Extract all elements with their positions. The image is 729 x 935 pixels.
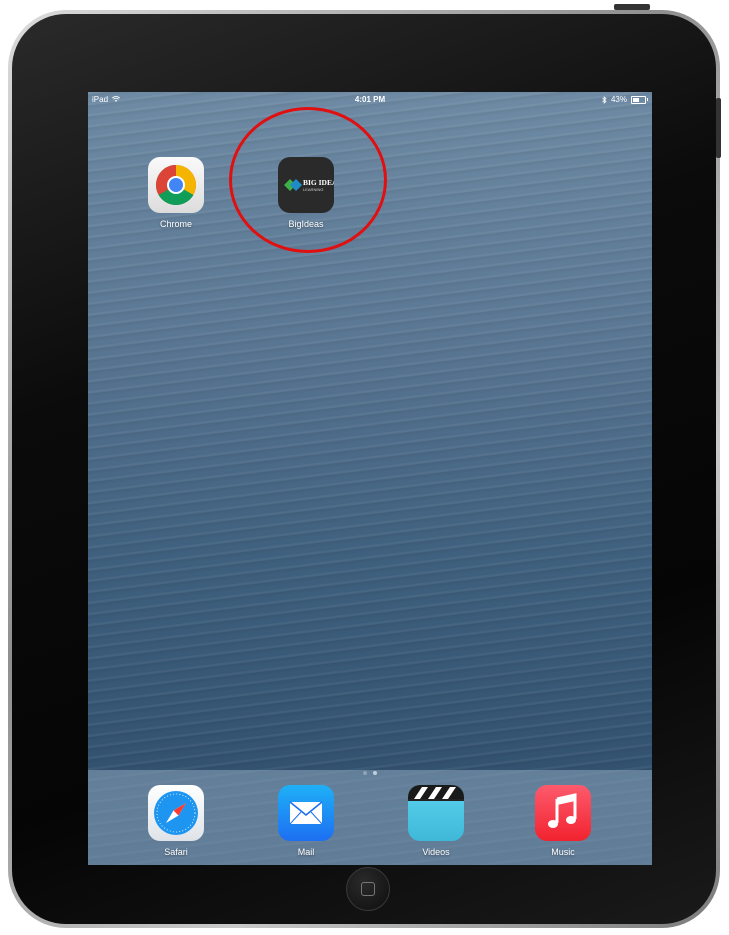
- sleep-button[interactable]: [614, 4, 650, 10]
- status-time: 4:01 PM: [354, 95, 386, 104]
- dock: Safari Mail Videos Music: [88, 770, 652, 865]
- app-label: Mail: [297, 847, 315, 857]
- bluetooth-icon: [602, 95, 607, 104]
- chrome-icon: [148, 157, 204, 213]
- app-label: Chrome: [159, 219, 192, 229]
- home-button-icon: [361, 882, 375, 896]
- safari-icon: [148, 785, 204, 841]
- volume-button[interactable]: [716, 98, 721, 158]
- highlight-circle: [229, 107, 387, 253]
- battery-icon: [631, 95, 648, 104]
- battery-percent: 43%: [610, 95, 627, 104]
- app-label: Music: [551, 847, 575, 857]
- app-music[interactable]: Music: [528, 785, 598, 857]
- home-button[interactable]: [346, 867, 390, 911]
- music-icon: [535, 785, 591, 841]
- videos-icon: [408, 785, 464, 841]
- app-safari[interactable]: Safari: [141, 785, 211, 857]
- app-mail[interactable]: Mail: [271, 785, 341, 857]
- app-label: Safari: [164, 847, 188, 857]
- app-videos[interactable]: Videos: [401, 785, 471, 857]
- app-chrome[interactable]: Chrome: [141, 157, 211, 229]
- status-bar: iPad 4:01 PM 43%: [88, 92, 652, 108]
- app-label: Videos: [422, 847, 450, 857]
- mail-icon: [278, 785, 334, 841]
